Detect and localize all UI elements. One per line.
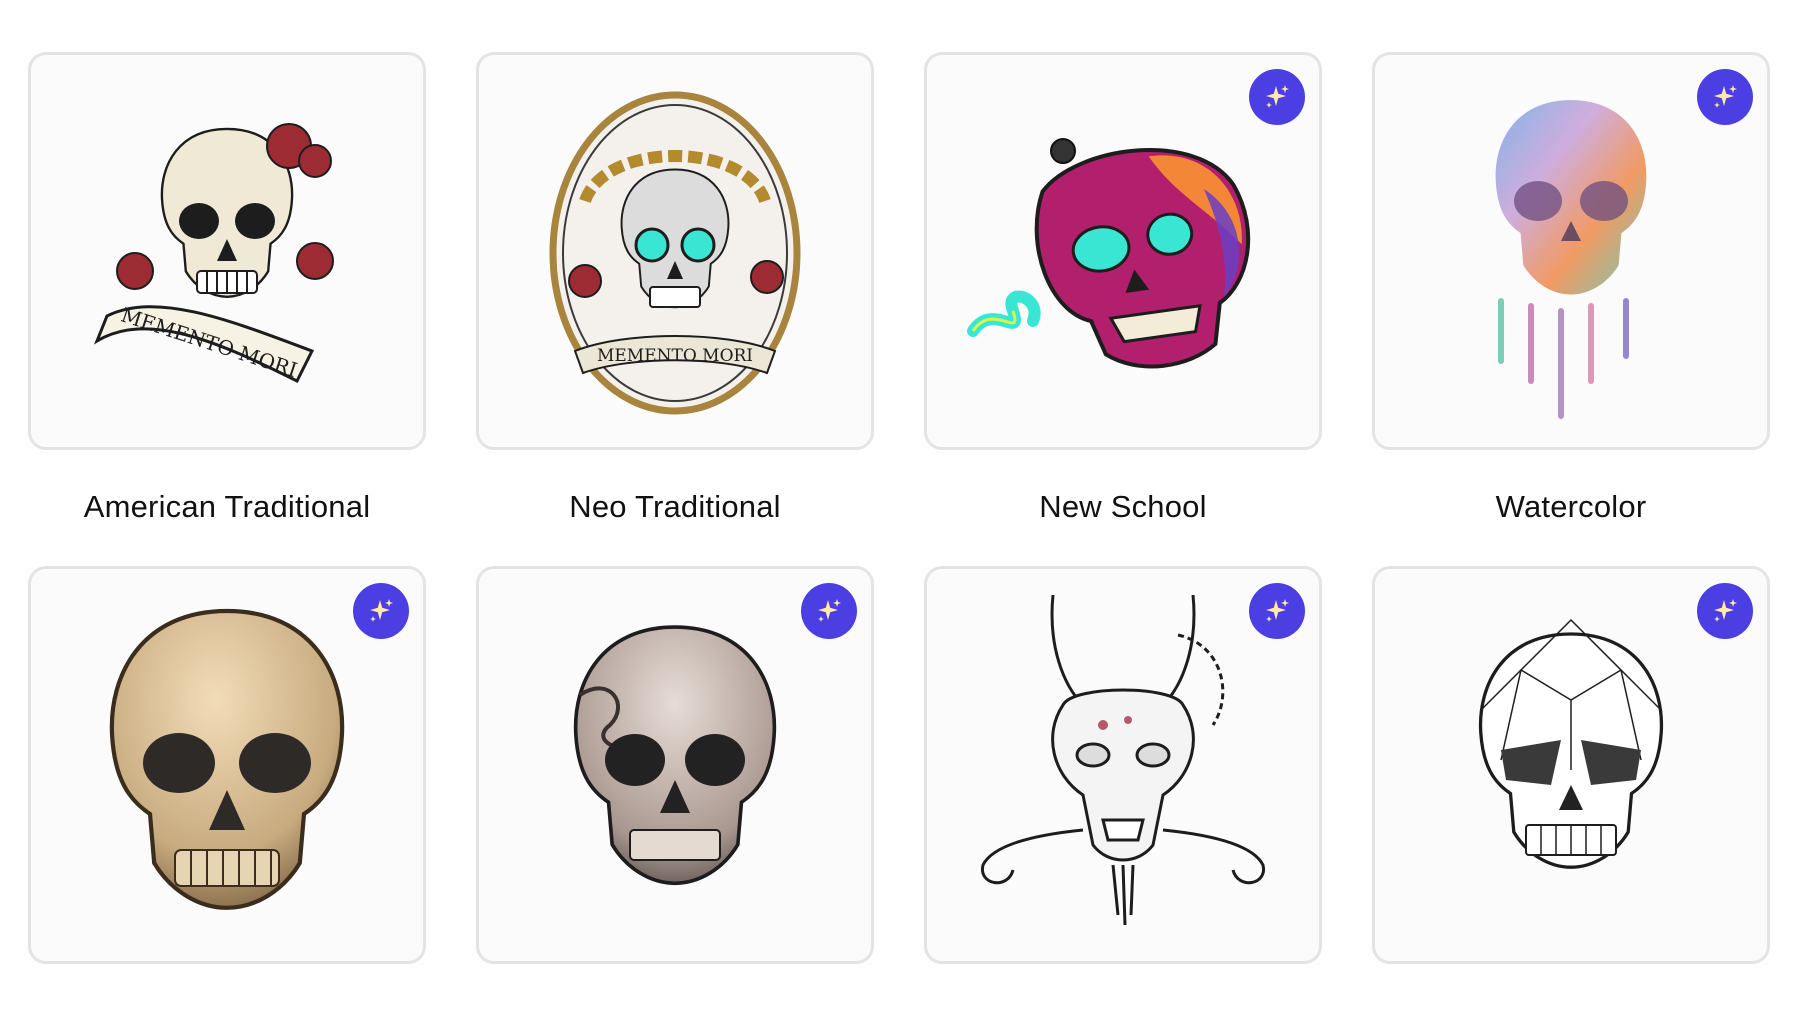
dragon-skull-icon [981, 595, 1265, 926]
ai-sparkle-badge [1249, 69, 1305, 125]
sparkle-icon [814, 596, 844, 626]
style-thumbnail[interactable] [28, 566, 426, 964]
sparkle-icon [1710, 596, 1740, 626]
sparkle-icon [366, 596, 396, 626]
style-card-geometric[interactable] [1372, 566, 1770, 964]
ai-sparkle-badge [1697, 583, 1753, 639]
realistic-skull-icon [57, 595, 397, 935]
style-thumbnail[interactable] [924, 52, 1322, 450]
blackwork-skull-icon [573, 625, 777, 886]
style-thumbnail[interactable] [476, 566, 874, 964]
geometric-skull-icon [1478, 618, 1664, 870]
sparkle-icon [1710, 82, 1740, 112]
style-thumbnail[interactable] [1372, 52, 1770, 450]
style-gallery: MEMENTO MORI American Traditional MEMENT… [28, 52, 1776, 964]
style-card-neo-traditional[interactable]: MEMENTO MORI Neo Traditional [476, 52, 874, 566]
skull-roses-banner-icon: MEMENTO MORI [93, 123, 334, 384]
style-card-american-traditional[interactable]: MEMENTO MORI American Traditional [28, 52, 426, 566]
style-thumbnail[interactable] [924, 566, 1322, 964]
style-card-watercolor[interactable]: Watercolor [1372, 52, 1770, 566]
ai-sparkle-badge [1249, 583, 1305, 639]
ai-sparkle-badge [1697, 69, 1753, 125]
sparkle-icon [1262, 82, 1292, 112]
style-thumbnail[interactable]: MEMENTO MORI [28, 52, 426, 450]
style-thumbnail[interactable] [1372, 566, 1770, 964]
ai-sparkle-badge [801, 583, 857, 639]
style-label: American Traditional [83, 489, 371, 524]
skull-laurel-oval-icon: MEMENTO MORI [549, 91, 801, 415]
style-label: New School [1039, 489, 1207, 524]
style-card-blackwork[interactable] [476, 566, 874, 964]
style-card-realistic[interactable] [28, 566, 426, 964]
sparkle-icon [1262, 596, 1292, 626]
banner-text: MEMENTO MORI [597, 346, 753, 366]
style-label: Neo Traditional [569, 489, 781, 524]
style-card-dragon[interactable] [924, 566, 1322, 964]
style-label: Watercolor [1495, 489, 1647, 524]
neon-skull-icon [967, 138, 1251, 369]
watercolor-skull-icon [1495, 100, 1647, 419]
ai-sparkle-badge [353, 583, 409, 639]
style-card-new-school[interactable]: New School [924, 52, 1322, 566]
style-thumbnail[interactable]: MEMENTO MORI [476, 52, 874, 450]
